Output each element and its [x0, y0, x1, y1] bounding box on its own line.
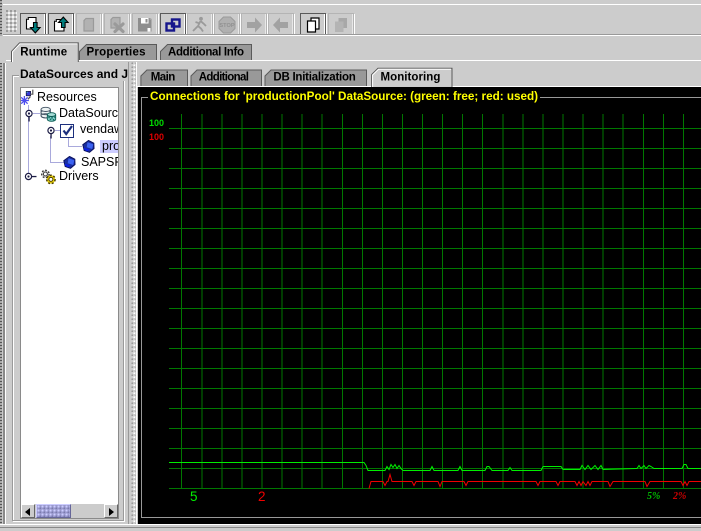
svg-text:Runtime: Runtime [20, 47, 67, 59]
svg-text:Main: Main [151, 72, 176, 84]
svg-text:Additional: Additional [199, 72, 249, 84]
svg-text:STOP: STOP [219, 23, 234, 29]
svg-text:Monitoring: Monitoring [381, 72, 441, 84]
svg-text:Properties: Properties [87, 47, 146, 59]
svg-text:Additional Info: Additional Info [168, 47, 244, 59]
svg-text:DB Initialization: DB Initialization [273, 72, 355, 84]
